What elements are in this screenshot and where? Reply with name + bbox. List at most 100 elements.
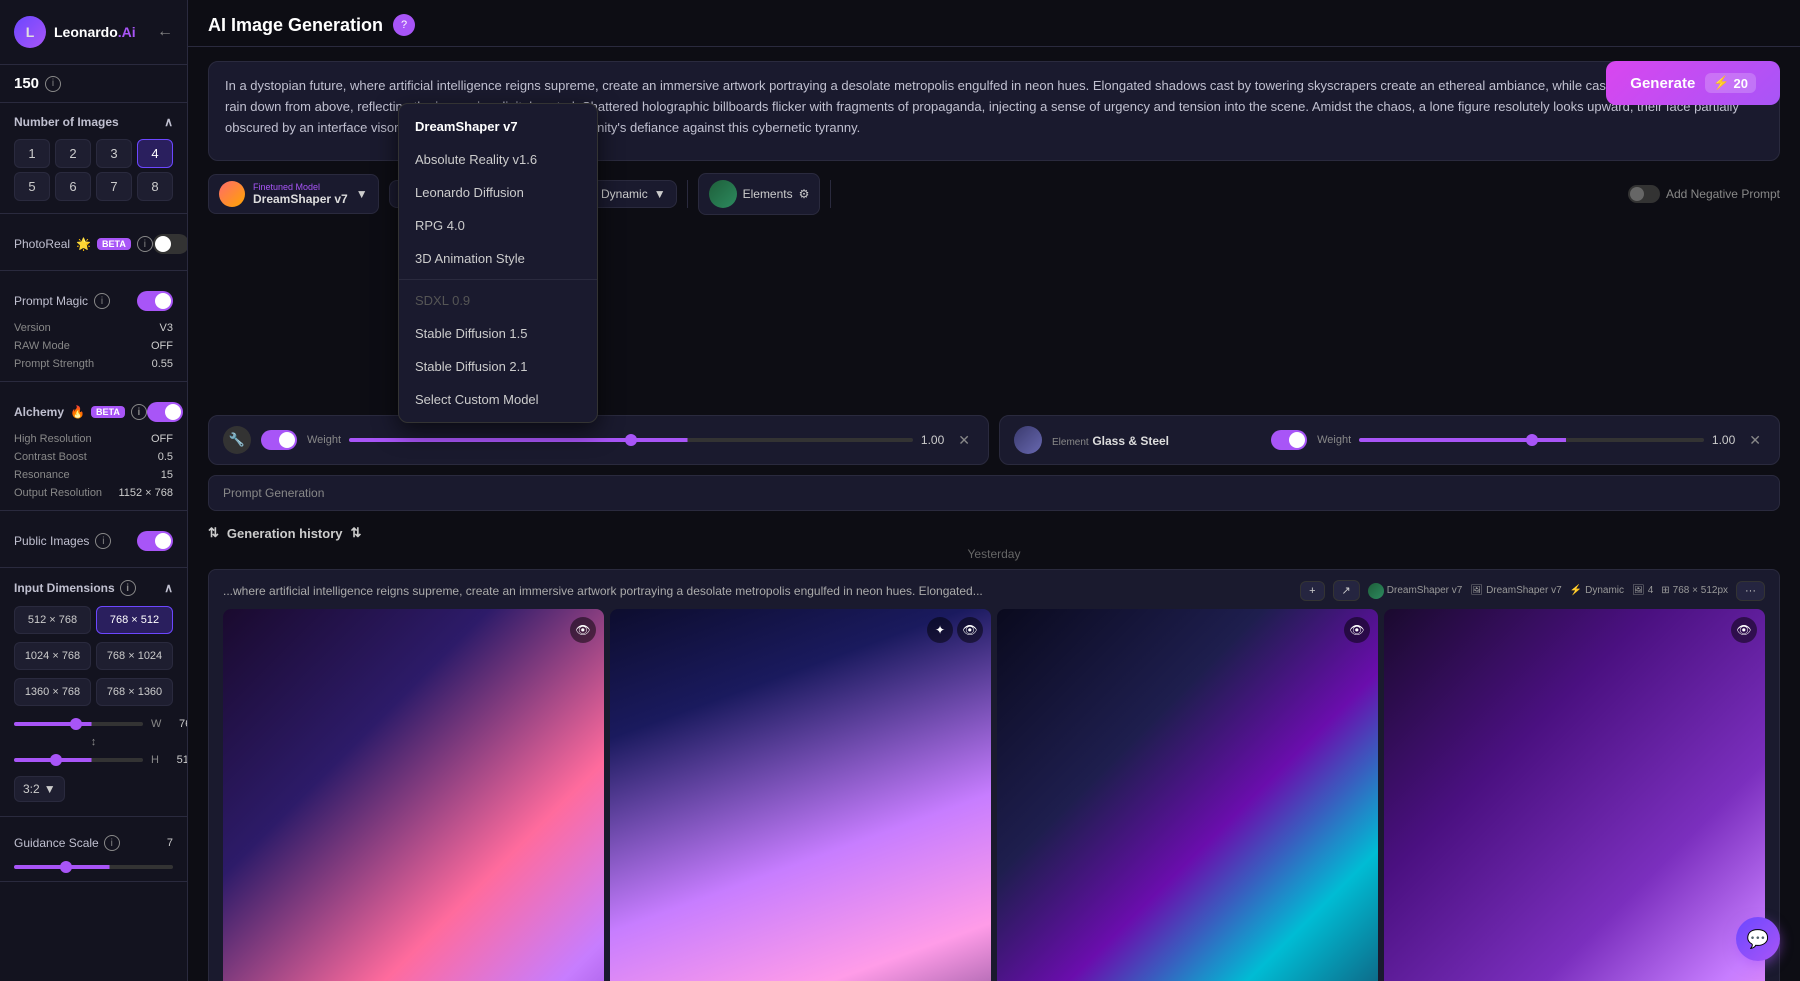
- dim-1024x768[interactable]: 1024 × 768: [14, 642, 91, 670]
- swap-icon[interactable]: ↕: [14, 734, 173, 750]
- img-view-btn-1-2[interactable]: 👁: [957, 617, 983, 643]
- close-card-2[interactable]: ✕: [1745, 430, 1765, 451]
- hist-dim-tag-1: ⊞ 768 × 512px: [1661, 585, 1728, 596]
- chat-bubble[interactable]: 💬: [1736, 917, 1780, 961]
- dim-1360x768[interactable]: 1360 × 768: [14, 678, 91, 706]
- model-select-btn[interactable]: Finetuned Model DreamShaper v7 ▼: [208, 174, 379, 214]
- back-button[interactable]: ←: [157, 23, 173, 41]
- weight-row-1: Weight 1.00: [307, 433, 944, 447]
- dropdown-item-3d-animation[interactable]: 3D Animation Style: [399, 242, 597, 275]
- hist-add-btn-1[interactable]: +: [1300, 581, 1324, 601]
- num-btn-7[interactable]: 7: [96, 172, 132, 201]
- dimensions-info[interactable]: i: [120, 580, 136, 596]
- prompt-generation-bar[interactable]: Prompt Generation: [208, 475, 1780, 511]
- photo-real-section: PhotoReal 🌟 BETA i: [0, 214, 187, 271]
- dropdown-item-absolute-reality[interactable]: Absolute Reality v1.6: [399, 143, 597, 176]
- sidebar-header: L Leonardo.Ai ←: [0, 0, 187, 65]
- dropdown-item-rpg40[interactable]: RPG 4.0: [399, 209, 597, 242]
- dropdown-item-dreamshaperv7[interactable]: DreamShaper v7: [399, 110, 597, 143]
- dropdown-item-sd15[interactable]: Stable Diffusion 1.5: [399, 317, 597, 350]
- history-title: Generation history: [227, 526, 343, 541]
- num-btn-1[interactable]: 1: [14, 139, 50, 168]
- prompt-strength-val: 0.55: [152, 358, 173, 370]
- guidance-slider[interactable]: [14, 865, 173, 869]
- generate-button[interactable]: Generate ⚡ 20: [1606, 61, 1780, 105]
- num-btn-5[interactable]: 5: [14, 172, 50, 201]
- number-of-images-collapse[interactable]: ∧: [164, 115, 173, 129]
- img-view-btn-1-4[interactable]: 👁: [1731, 617, 1757, 643]
- dropdown-item-sdxl09: SDXL 0.9: [399, 284, 597, 317]
- elements-settings[interactable]: ⚙: [799, 187, 810, 201]
- num-btn-8[interactable]: 8: [137, 172, 173, 201]
- element-toggle-2[interactable]: [1271, 430, 1307, 450]
- public-images-toggle[interactable]: [137, 531, 173, 551]
- close-card-1[interactable]: ✕: [954, 430, 974, 451]
- alchemy-info[interactable]: i: [131, 404, 147, 420]
- history-header: ⇅ Generation history ⇅: [208, 525, 1780, 541]
- public-images-row: Public Images i: [14, 523, 173, 559]
- num-btn-4[interactable]: 4: [137, 139, 173, 168]
- width-slider[interactable]: [14, 722, 143, 726]
- elements-label: Elements: [743, 187, 793, 201]
- input-dimensions-header: Input Dimensions i ∧: [14, 580, 173, 596]
- dimensions-collapse[interactable]: ∧: [164, 581, 173, 595]
- prompt-magic-info[interactable]: i: [94, 293, 110, 309]
- aspect-ratio-select[interactable]: 3:2 ▼: [14, 776, 65, 802]
- photo-real-info[interactable]: i: [137, 236, 153, 252]
- prompt-magic-section: Prompt Magic i Version V3 RAW Mode OFF P…: [0, 271, 187, 382]
- neg-prompt-toggle[interactable]: Add Negative Prompt: [1628, 185, 1780, 203]
- dynamic-label: Dynamic: [601, 187, 648, 201]
- model-info: Finetuned Model DreamShaper v7: [253, 182, 348, 206]
- model-thumb: [219, 181, 245, 207]
- dim-768x1360[interactable]: 768 × 1360: [96, 678, 173, 706]
- dropdown-item-custom-model[interactable]: Select Custom Model: [399, 383, 597, 416]
- dim-grid-1: 512 × 768 768 × 512: [14, 606, 173, 634]
- weight-label-2: Weight: [1317, 434, 1351, 446]
- num-btn-3[interactable]: 3: [96, 139, 132, 168]
- dim-grid-3: 1360 × 768 768 × 1360: [14, 678, 173, 706]
- dropdown-item-sd21[interactable]: Stable Diffusion 2.1: [399, 350, 597, 383]
- num-btn-2[interactable]: 2: [55, 139, 91, 168]
- input-dimensions-section: Input Dimensions i ∧ 512 × 768 768 × 512…: [0, 568, 187, 817]
- token-info-icon[interactable]: i: [45, 76, 61, 92]
- num-btn-6[interactable]: 6: [55, 172, 91, 201]
- elements-icon: [709, 180, 737, 208]
- guidance-info[interactable]: i: [104, 835, 120, 851]
- img-overlay-1-2: ✦ 👁: [927, 617, 983, 643]
- generate-label: Generate: [1630, 75, 1695, 92]
- elements-btn[interactable]: Elements ⚙: [698, 173, 821, 215]
- height-slider[interactable]: [14, 758, 143, 762]
- img-view-btn-1-3[interactable]: 👁: [1344, 617, 1370, 643]
- main-content: Generate ⚡ 20 In a dystopian future, whe…: [188, 47, 1800, 981]
- img-magic-btn-1-2[interactable]: ✦: [927, 617, 953, 643]
- dim-512x768[interactable]: 512 × 768: [14, 606, 91, 634]
- alchemy-toggle[interactable]: [147, 402, 183, 422]
- prompt-magic-toggle[interactable]: [137, 291, 173, 311]
- alchemy-label: Alchemy 🔥 BETA i: [14, 404, 147, 420]
- finetuned-label: Finetuned Model: [253, 182, 348, 192]
- public-images-info[interactable]: i: [95, 533, 111, 549]
- photo-real-toggle[interactable]: [153, 234, 188, 254]
- weight-slider-1[interactable]: [349, 438, 913, 442]
- hist-more-btn-1[interactable]: ···: [1736, 581, 1765, 601]
- history-prompt-text-1: ...where artificial intelligence reigns …: [223, 584, 1292, 598]
- dropdown-item-leonardo-diffusion[interactable]: Leonardo Diffusion: [399, 176, 597, 209]
- hist-elements-tag-1: DreamShaper v7: [1368, 583, 1463, 599]
- title-info-icon[interactable]: ?: [393, 14, 415, 36]
- dim-768x512[interactable]: 768 × 512: [96, 606, 173, 634]
- high-res-row: High Resolution OFF: [14, 430, 173, 448]
- weight-slider-2[interactable]: [1359, 438, 1704, 442]
- dim-768x1024[interactable]: 768 × 1024: [96, 642, 173, 670]
- weight-val-2: 1.00: [1712, 433, 1735, 447]
- img-overlay-1-4: 👁: [1731, 617, 1757, 643]
- element-toggle-1[interactable]: [261, 430, 297, 450]
- logo-avatar: L: [14, 16, 46, 48]
- hist-expand-btn-1[interactable]: ↗: [1333, 580, 1360, 601]
- weight-row-2: Weight 1.00: [1317, 433, 1735, 447]
- height-slider-row: H 512 px: [14, 750, 173, 770]
- history-prompt-row-1: ...where artificial intelligence reigns …: [223, 580, 1765, 601]
- toolbar-sep-2: [687, 180, 688, 208]
- image-cell-1-4: 👁: [1384, 609, 1765, 981]
- img-view-btn-1-1[interactable]: 👁: [570, 617, 596, 643]
- model-dropdown: DreamShaper v7 Absolute Reality v1.6 Leo…: [398, 103, 598, 423]
